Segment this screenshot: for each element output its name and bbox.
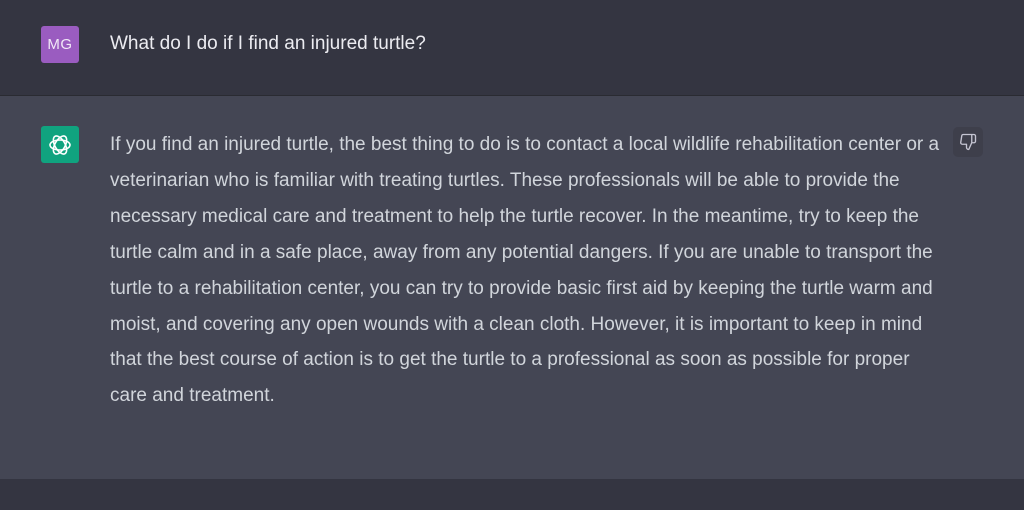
user-message-row: MG What do I do if I find an injured tur… bbox=[0, 0, 1024, 96]
bottom-area bbox=[0, 479, 1024, 510]
assistant-avatar bbox=[41, 126, 79, 163]
thumbs-down-icon bbox=[960, 133, 977, 151]
thumbs-down-button[interactable] bbox=[953, 127, 983, 157]
user-avatar: MG bbox=[41, 26, 79, 63]
assistant-message-text: If you find an injured turtle, the best … bbox=[110, 134, 940, 407]
user-message-text: What do I do if I find an injured turtle… bbox=[110, 33, 426, 54]
assistant-message-row: If you find an injured turtle, the best … bbox=[0, 96, 1024, 479]
openai-logo-icon bbox=[49, 134, 71, 155]
